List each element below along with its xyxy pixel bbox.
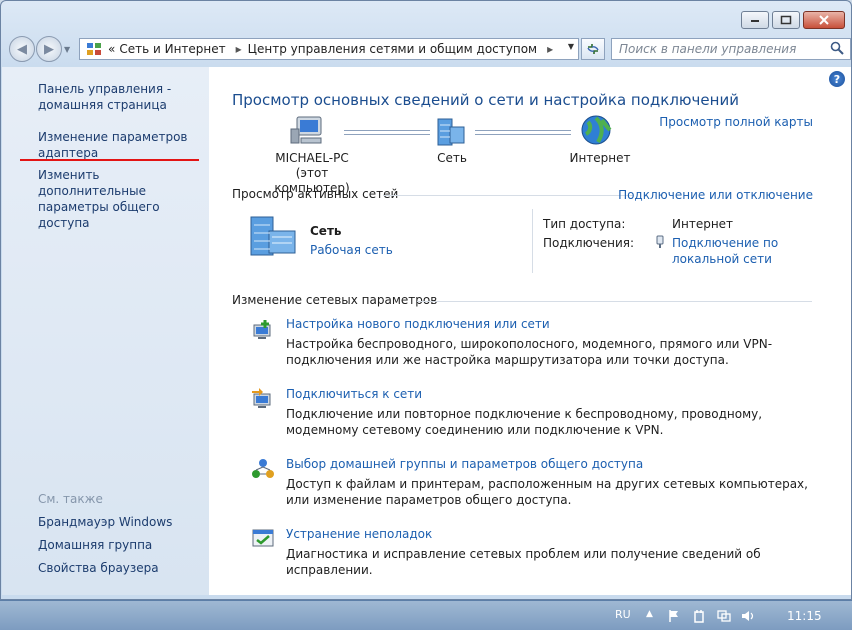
action-center-flag-icon[interactable] [667,609,681,623]
close-button[interactable] [803,11,845,29]
address-dropdown-icon[interactable]: ▼ [568,42,574,51]
work-network-icon [250,216,296,256]
access-type-label: Тип доступа: [543,217,626,231]
back-button[interactable]: ◀ [9,36,35,62]
sidebar-browser-properties-link[interactable]: Свойства браузера [38,560,203,576]
main-content: ? Просмотр основных сведений о сети и на… [209,67,851,595]
internet-node-label: Интернет [569,151,631,165]
task-troubleshoot-link[interactable]: Устранение неполадок [286,527,432,541]
homegroup-icon [252,459,274,478]
search-icon[interactable] [830,41,844,55]
help-icon[interactable]: ? [829,71,845,87]
maximize-icon [780,15,792,25]
vertical-divider [532,209,533,273]
see-also-heading: См. также [38,492,103,506]
active-networks-heading: Просмотр активных сетей [232,187,399,201]
full-map-link[interactable]: Просмотр полной карты [659,115,813,129]
troubleshoot-icon [252,529,274,547]
power-icon[interactable] [692,609,706,623]
address-bar[interactable]: « Сеть и Интернет ▸ Центр управления сет… [79,38,579,60]
show-hidden-icons-icon[interactable]: ▲ [646,609,653,619]
change-settings-heading: Изменение сетевых параметров [232,293,438,307]
task-troubleshoot-desc: Диагностика и исправление сетевых пробле… [286,547,761,577]
task-connect-network-link[interactable]: Подключиться к сети [286,387,422,401]
breadcrumb-network-internet[interactable]: Сеть и Интернет [119,42,225,56]
clock[interactable]: 11:15 [787,609,822,623]
control-panel-icon [87,43,101,55]
section-divider [383,195,633,196]
caption-buttons [741,11,845,29]
maximize-button[interactable] [772,11,800,29]
breadcrumb-separator-icon[interactable]: ▸ [547,42,553,56]
connector-line [344,130,430,135]
sidebar: Панель управления - домашняя страница Из… [2,67,209,595]
sidebar-homegroup-link[interactable]: Домашняя группа [38,537,203,553]
task-connect-network-desc: Подключение или повторное подключение к … [286,407,763,437]
search-input[interactable]: Поиск в панели управления [611,38,851,60]
breadcrumb-network-center[interactable]: Центр управления сетями и общим доступом [248,42,537,56]
forward-arrow-icon: ▶ [44,41,54,57]
volume-icon[interactable] [741,609,755,623]
refresh-button[interactable] [581,38,605,60]
connect-disconnect-link[interactable]: Подключение или отключение [618,187,813,203]
network-type-link[interactable]: Рабочая сеть [310,242,393,258]
refresh-icon [587,44,599,54]
recent-pages-dropdown[interactable]: ▼ [64,45,70,54]
highlight-underline [20,159,199,161]
breadcrumb-prefix[interactable]: « [108,42,115,56]
task-homegroup-desc: Доступ к файлам и принтерам, расположенн… [286,477,808,507]
access-type-value: Интернет [672,217,734,231]
minimize-icon [751,20,759,22]
breadcrumb-separator-icon[interactable]: ▸ [236,42,242,56]
new-connection-icon [253,320,271,339]
taskbar: RU ▲ 11:15 [0,600,852,630]
sidebar-adapter-settings-link[interactable]: Изменение параметров адаптера [38,129,203,161]
window: ◀ ▶ ▼ « Сеть и Интернет ▸ Центр управлен… [0,0,852,600]
back-arrow-icon: ◀ [17,41,27,57]
computer-name: MICHAEL-PC [275,151,349,165]
page-title: Просмотр основных сведений о сети и наст… [232,91,739,109]
connections-label: Подключения: [543,236,635,250]
task-homegroup-link[interactable]: Выбор домашней группы и параметров общег… [286,457,643,471]
computer-icon [290,116,322,144]
ethernet-icon [656,235,664,248]
connect-to-network-icon [252,388,271,408]
section-divider [417,301,812,302]
sidebar-advanced-sharing-link[interactable]: Изменить дополнительные параметры общего… [38,167,203,231]
sidebar-firewall-link[interactable]: Брандмауэр Windows [38,514,203,530]
local-connection-link[interactable]: Подключение по локальной сети [672,235,782,267]
minimize-button[interactable] [741,11,769,29]
search-placeholder: Поиск в панели управления [619,42,797,56]
network-tray-icon[interactable] [717,609,731,623]
close-icon [819,15,829,25]
navigation-bar: ◀ ▶ ▼ « Сеть и Интернет ▸ Центр управлен… [9,35,851,63]
forward-button[interactable]: ▶ [36,36,62,62]
network-node-label: Сеть [437,151,467,165]
network-icon [437,118,465,146]
task-setup-connection-link[interactable]: Настройка нового подключения или сети [286,317,550,331]
internet-globe-icon [581,115,612,145]
language-indicator[interactable]: RU [615,608,631,621]
task-setup-connection-desc: Настройка беспроводного, широкополосного… [286,337,773,367]
network-name: Сеть [310,224,342,238]
sidebar-home-link[interactable]: Панель управления - домашняя страница [38,81,203,113]
connector-line [475,130,571,135]
